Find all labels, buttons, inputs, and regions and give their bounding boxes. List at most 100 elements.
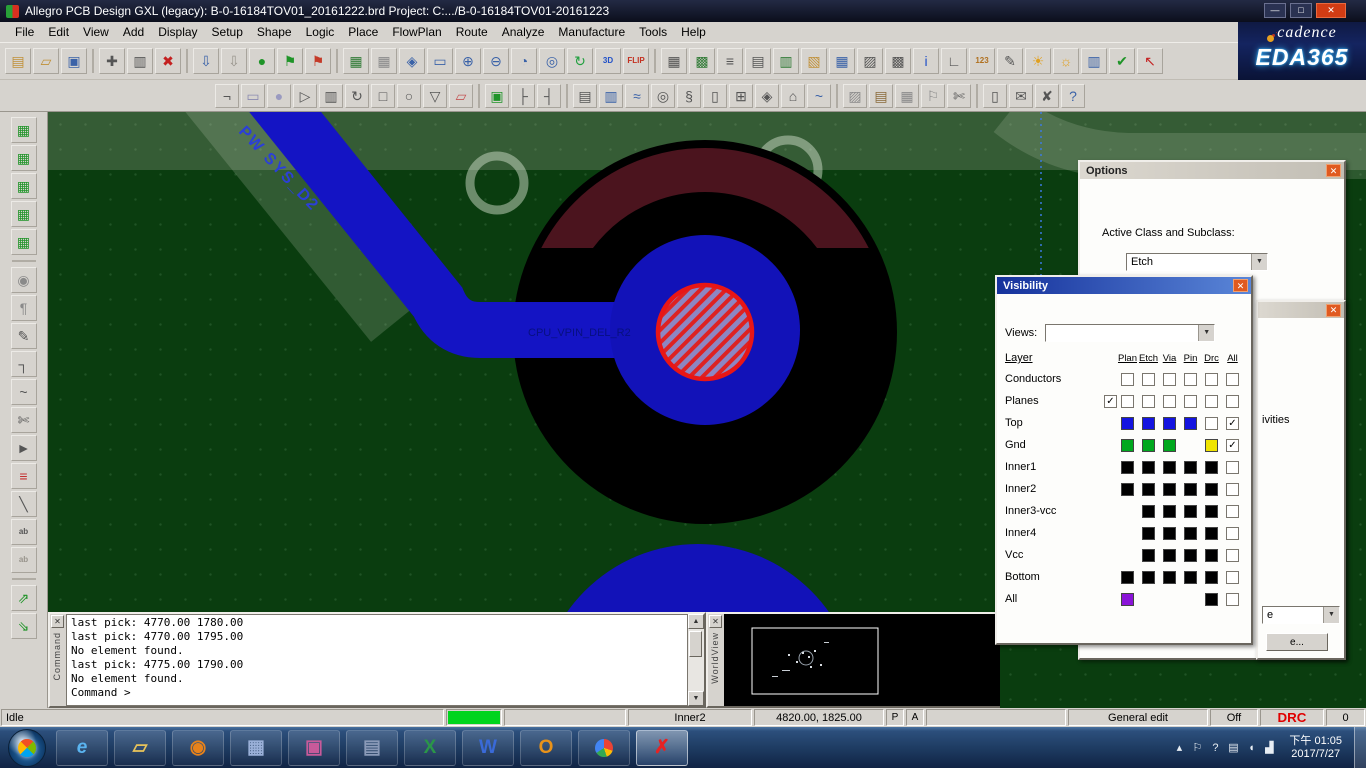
measure-button[interactable]: ∟	[941, 48, 967, 74]
layer-color-swatch[interactable]	[1205, 461, 1218, 474]
visibility-checkbox[interactable]	[1226, 395, 1239, 408]
shape-rect-button[interactable]: □	[371, 84, 395, 108]
command-scrollbar[interactable]: ▲ ▼	[688, 614, 704, 706]
layer-color-swatch[interactable]	[1205, 549, 1218, 562]
route-upper-button[interactable]: ⇗	[11, 585, 37, 611]
highlight-button[interactable]: ☀	[1025, 48, 1051, 74]
column-via[interactable]: Via	[1159, 353, 1180, 364]
visibility-checkbox[interactable]	[1163, 373, 1176, 386]
pin-button[interactable]: ⚑	[277, 48, 303, 74]
menu-setup[interactable]: Setup	[205, 23, 250, 41]
line-tool-button[interactable]: ╲	[11, 491, 37, 517]
menu-help[interactable]: Help	[674, 23, 713, 41]
layer-color-swatch[interactable]	[1142, 483, 1155, 496]
zoom-world-button[interactable]: ◎	[539, 48, 565, 74]
fabric-view-button[interactable]: ▨	[843, 84, 867, 108]
menu-logic[interactable]: Logic	[299, 23, 342, 41]
excel-taskbar-button[interactable]: X	[404, 730, 456, 766]
matrix-button[interactable]: ⊞	[729, 84, 753, 108]
topology-button[interactable]: ~	[807, 84, 831, 108]
views-dropdown[interactable]: ▼	[1045, 324, 1215, 342]
visibility-title-bar[interactable]: Visibility ✕	[997, 277, 1251, 294]
menu-manufacture[interactable]: Manufacture	[551, 23, 632, 41]
rotate-tool-button[interactable]: ↻	[345, 84, 369, 108]
scroll-down-icon[interactable]: ▼	[688, 691, 704, 706]
custom-cut-button[interactable]: ✄	[11, 407, 37, 433]
visibility-checkbox[interactable]	[1205, 395, 1218, 408]
column-etch[interactable]: Etch	[1138, 353, 1159, 364]
close-button[interactable]: ✕	[1316, 3, 1346, 18]
pad-editor-button[interactable]: ▣	[485, 84, 509, 108]
column-all[interactable]: All	[1222, 353, 1243, 364]
outlook-taskbar-button[interactable]: O	[520, 730, 572, 766]
export-mail-button[interactable]: ✉	[1009, 84, 1033, 108]
allegro-taskbar-button[interactable]: ✗	[636, 730, 688, 766]
worldview-close-icon[interactable]: ✕	[709, 615, 722, 628]
zoom-points-button[interactable]: ◈	[399, 48, 425, 74]
layer-color-swatch[interactable]	[1205, 439, 1218, 452]
target-point-button[interactable]: ◈	[755, 84, 779, 108]
shape-copy-button[interactable]: ▥	[319, 84, 343, 108]
assign-color-button[interactable]: ▩	[689, 48, 715, 74]
menu-route[interactable]: Route	[449, 23, 495, 41]
line-lock-button[interactable]: ▭	[241, 84, 265, 108]
layer-color-swatch[interactable]	[1142, 527, 1155, 540]
add-circle-button[interactable]: ●	[267, 84, 291, 108]
column-plan[interactable]: Plan	[1117, 353, 1138, 364]
command-text[interactable]: last pick: 4770.00 1780.00last pick: 477…	[66, 614, 688, 706]
documentation-button[interactable]: ▤	[869, 84, 893, 108]
visibility-checkbox[interactable]	[1142, 395, 1155, 408]
column-drc[interactable]: Drc	[1201, 353, 1222, 364]
layer-color-swatch[interactable]	[1184, 417, 1197, 430]
constraint-manager-button[interactable]: ▦	[829, 48, 855, 74]
text-tool-button[interactable]: ab	[11, 519, 37, 545]
vertex-tool-button[interactable]: ►	[11, 435, 37, 461]
journal-taskbar-button[interactable]: ▤	[346, 730, 398, 766]
minimize-button[interactable]: —	[1264, 3, 1286, 18]
oops-pointer-button[interactable]: ↖	[1137, 48, 1163, 74]
layer-color-swatch[interactable]	[1163, 417, 1176, 430]
layer-color-swatch[interactable]	[1184, 505, 1197, 518]
stack-up-button[interactable]: ▤	[745, 48, 771, 74]
menu-file[interactable]: File	[8, 23, 41, 41]
grid-button[interactable]: ▦	[371, 48, 397, 74]
via[interactable]	[658, 285, 752, 379]
planes-group-checkbox[interactable]: ✓	[1104, 395, 1117, 408]
layer-color-swatch[interactable]	[1163, 549, 1176, 562]
grid-toggle-button[interactable]: ▦	[661, 48, 687, 74]
open-drawing-button[interactable]: ▱	[33, 48, 59, 74]
zoom-previous-button[interactable]: ◔	[511, 48, 537, 74]
display-icon[interactable]: ▤	[1225, 741, 1241, 754]
layer-color-swatch[interactable]	[1142, 571, 1155, 584]
discard-mail-button[interactable]: ✘	[1035, 84, 1059, 108]
visibility-checkbox[interactable]	[1121, 395, 1134, 408]
pick-mode-button[interactable]: P	[886, 709, 904, 726]
help-bubble-icon[interactable]: ?	[1207, 742, 1223, 754]
shaded-view-button[interactable]: ↻	[567, 48, 593, 74]
visibility-checkbox[interactable]	[1226, 549, 1239, 562]
layer-color-swatch[interactable]	[1184, 483, 1197, 496]
layer-color-swatch[interactable]	[1121, 483, 1134, 496]
layer-color-swatch[interactable]	[1163, 461, 1176, 474]
start-button[interactable]	[8, 729, 46, 767]
chrome-taskbar-button[interactable]	[578, 730, 630, 766]
layer-color-swatch[interactable]	[1163, 505, 1176, 518]
flip-design-button[interactable]: FLIP	[623, 48, 649, 74]
numbering-button[interactable]: 123	[969, 48, 995, 74]
visibility-checkbox[interactable]: ✓	[1226, 439, 1239, 452]
align-button[interactable]: ≡	[717, 48, 743, 74]
clock[interactable]: 下午 01:05 2017/7/27	[1289, 735, 1342, 761]
worldview-canvas[interactable]	[724, 614, 1000, 706]
snip-tool-button[interactable]: ✄	[947, 84, 971, 108]
show-desktop-button[interactable]	[1354, 727, 1366, 768]
zoom-out-button[interactable]: ⊖	[483, 48, 509, 74]
library-button[interactable]: ▥	[599, 84, 623, 108]
calculator-taskbar-button[interactable]: ▦	[230, 730, 282, 766]
menu-add[interactable]: Add	[116, 23, 151, 41]
new-drawing-button[interactable]: ▤	[5, 48, 31, 74]
drc-list-button[interactable]: ≡	[11, 463, 37, 489]
report-page-button[interactable]: ▯	[983, 84, 1007, 108]
element-info-button[interactable]: i	[913, 48, 939, 74]
stamp-tool-button[interactable]: ◉	[11, 267, 37, 293]
layer-color-swatch[interactable]	[1163, 439, 1176, 452]
